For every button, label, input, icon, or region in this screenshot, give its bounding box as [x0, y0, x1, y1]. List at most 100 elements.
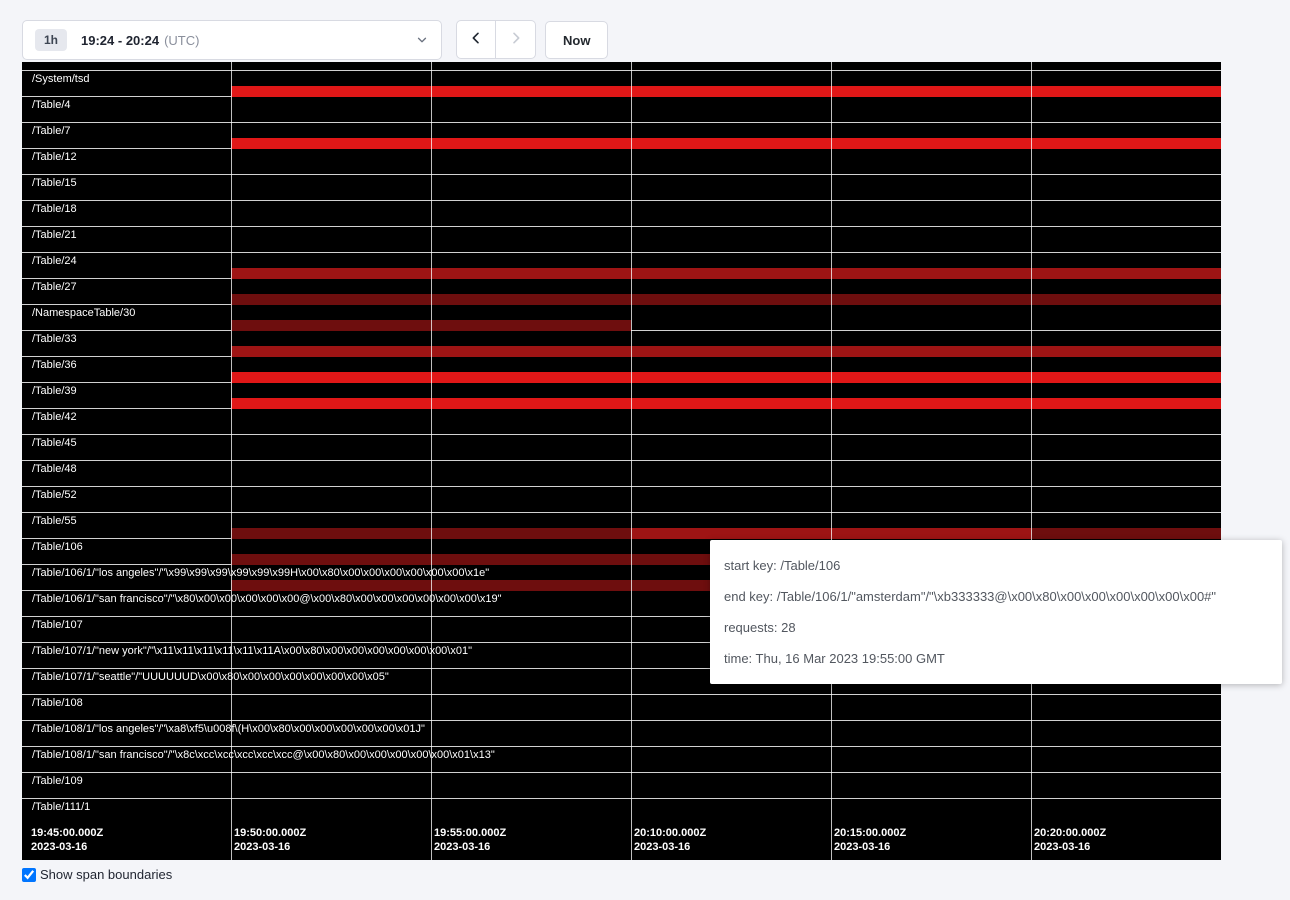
- span-label: /Table/15: [32, 177, 77, 189]
- span-row: /Table/24: [22, 252, 1221, 278]
- time-nav-group: [456, 20, 536, 59]
- span-row: /NamespaceTable/30: [22, 304, 1221, 330]
- x-axis-label: 20:10:00.000Z 2023-03-16: [634, 826, 706, 854]
- span-label: /Table/108/1/"san francisco"/"\x8c\xcc\x…: [32, 749, 495, 761]
- timezone-label: (UTC): [164, 33, 199, 48]
- tooltip-line: start key: /Table/106: [724, 550, 1268, 581]
- heat-cell[interactable]: [431, 138, 631, 149]
- heat-cell[interactable]: [831, 138, 1031, 149]
- heat-cell[interactable]: [831, 86, 1031, 97]
- heat-cell[interactable]: [1031, 528, 1221, 539]
- span-row: /Table/4: [22, 96, 1221, 122]
- heat-cell[interactable]: [631, 86, 831, 97]
- time-gridline: [631, 62, 632, 860]
- span-label: /Table/36: [32, 359, 77, 371]
- heat-cell[interactable]: [431, 294, 631, 305]
- show-span-boundaries-label: Show span boundaries: [40, 867, 172, 882]
- heat-cell[interactable]: [231, 554, 431, 565]
- span-row: /Table/7: [22, 122, 1221, 148]
- heat-cell[interactable]: [231, 86, 431, 97]
- heat-cell[interactable]: [1031, 86, 1221, 97]
- span-row: /Table/45: [22, 434, 1221, 460]
- heat-cell[interactable]: [631, 372, 831, 383]
- heat-cell[interactable]: [831, 346, 1031, 357]
- now-button[interactable]: Now: [545, 21, 608, 59]
- span-label: /Table/107/1/"seattle"/"UUUUUUD\x00\x80\…: [32, 671, 389, 683]
- heat-cell[interactable]: [431, 320, 631, 331]
- chevron-left-icon: [468, 30, 484, 49]
- previous-interval-button[interactable]: [456, 20, 496, 59]
- heat-cell[interactable]: [1031, 372, 1221, 383]
- heat-cell[interactable]: [1031, 346, 1221, 357]
- heat-cell[interactable]: [831, 372, 1031, 383]
- time-range-selector[interactable]: 1h 19:24 - 20:24 (UTC): [22, 20, 442, 60]
- heat-cell[interactable]: [1031, 138, 1221, 149]
- heat-cell[interactable]: [831, 268, 1031, 279]
- canvas-options: Show span boundaries: [22, 867, 172, 882]
- heat-cell[interactable]: [431, 398, 631, 409]
- heat-cell[interactable]: [431, 554, 631, 565]
- span-label: /Table/48: [32, 463, 77, 475]
- span-label: /NamespaceTable/30: [32, 307, 135, 319]
- heat-cell[interactable]: [831, 528, 1031, 539]
- heat-cell[interactable]: [431, 268, 631, 279]
- heat-cell[interactable]: [431, 86, 631, 97]
- span-label: /Table/27: [32, 281, 77, 293]
- span-label: /Table/107: [32, 619, 83, 631]
- heat-cell[interactable]: [431, 580, 631, 591]
- span-row: /Table/48: [22, 460, 1221, 486]
- tooltip-line: end key: /Table/106/1/"amsterdam"/"\xb33…: [724, 581, 1268, 612]
- heat-cell[interactable]: [231, 320, 431, 331]
- heat-cell[interactable]: [631, 268, 831, 279]
- time-range-label: 19:24 - 20:24: [81, 33, 159, 48]
- heat-cell[interactable]: [631, 294, 831, 305]
- span-row: /Table/39: [22, 382, 1221, 408]
- heat-cell[interactable]: [231, 346, 431, 357]
- span-row: /Table/111/1: [22, 798, 1221, 824]
- heat-cell[interactable]: [1031, 294, 1221, 305]
- span-label: /Table/106/1/"los angeles"/"\x99\x99\x99…: [32, 567, 489, 579]
- next-interval-button[interactable]: [496, 20, 536, 59]
- heat-cell[interactable]: [1031, 268, 1221, 279]
- span-row: /Table/27: [22, 278, 1221, 304]
- key-visualizer-canvas[interactable]: /System/tsd/Table/4/Table/7/Table/12/Tab…: [22, 62, 1221, 860]
- duration-badge: 1h: [35, 29, 67, 51]
- time-gridline: [231, 62, 232, 860]
- heat-cell[interactable]: [831, 398, 1031, 409]
- span-label: /System/tsd: [32, 73, 89, 85]
- heat-cell[interactable]: [631, 398, 831, 409]
- span-label: /Table/7: [32, 125, 71, 137]
- heat-cell[interactable]: [231, 580, 431, 591]
- span-row: /Table/21: [22, 226, 1221, 252]
- heat-cell[interactable]: [631, 138, 831, 149]
- heat-cell[interactable]: [431, 372, 631, 383]
- heat-cell[interactable]: [231, 528, 431, 539]
- x-axis-label: 20:20:00.000Z 2023-03-16: [1034, 826, 1106, 854]
- span-label: /Table/45: [32, 437, 77, 449]
- heat-cell[interactable]: [431, 528, 631, 539]
- heat-cell[interactable]: [231, 268, 431, 279]
- tooltip-line: requests: 28: [724, 612, 1268, 643]
- show-span-boundaries-checkbox[interactable]: [22, 868, 36, 882]
- span-label: /Table/106/1/"san francisco"/"\x80\x00\x…: [32, 593, 502, 605]
- heat-cell[interactable]: [631, 346, 831, 357]
- heat-cell[interactable]: [631, 528, 831, 539]
- heat-cell[interactable]: [231, 372, 431, 383]
- heat-cell[interactable]: [231, 294, 431, 305]
- heat-cell[interactable]: [231, 398, 431, 409]
- span-label: /Table/33: [32, 333, 77, 345]
- span-label: /Table/24: [32, 255, 77, 267]
- heat-cell[interactable]: [431, 346, 631, 357]
- span-row: /Table/108/1/"los angeles"/"\xa8\xf5\u00…: [22, 720, 1221, 746]
- span-row: /Table/109: [22, 772, 1221, 798]
- span-row: /Table/33: [22, 330, 1221, 356]
- heat-cell[interactable]: [231, 138, 431, 149]
- span-row: /System/tsd: [22, 70, 1221, 96]
- heat-cell[interactable]: [1031, 398, 1221, 409]
- chevron-right-icon: [508, 30, 524, 49]
- span-row: /Table/42: [22, 408, 1221, 434]
- heat-cell[interactable]: [831, 294, 1031, 305]
- span-label: /Table/21: [32, 229, 77, 241]
- span-row: /Table/108: [22, 694, 1221, 720]
- span-label: /Table/111/1: [32, 801, 90, 813]
